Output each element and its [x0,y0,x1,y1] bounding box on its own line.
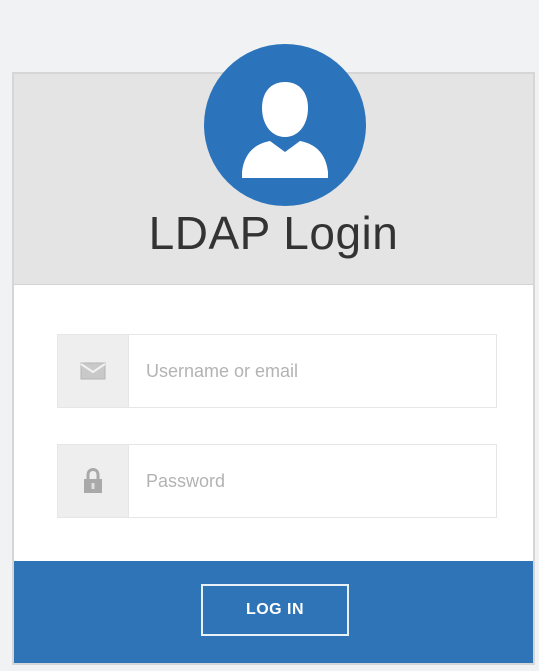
login-button[interactable]: LOG IN [201,584,349,636]
username-field [57,334,497,408]
password-field [57,444,497,518]
card-header: LDAP Login [14,44,533,285]
card-footer: LOG IN [14,561,533,663]
lock-icon [58,445,129,517]
password-input[interactable] [138,445,478,517]
page-title: LDAP Login [148,207,399,259]
username-input[interactable] [138,335,478,407]
envelope-icon [58,335,129,407]
login-card: LDAP Login LOG IN [12,44,535,665]
user-avatar-icon [204,44,366,206]
